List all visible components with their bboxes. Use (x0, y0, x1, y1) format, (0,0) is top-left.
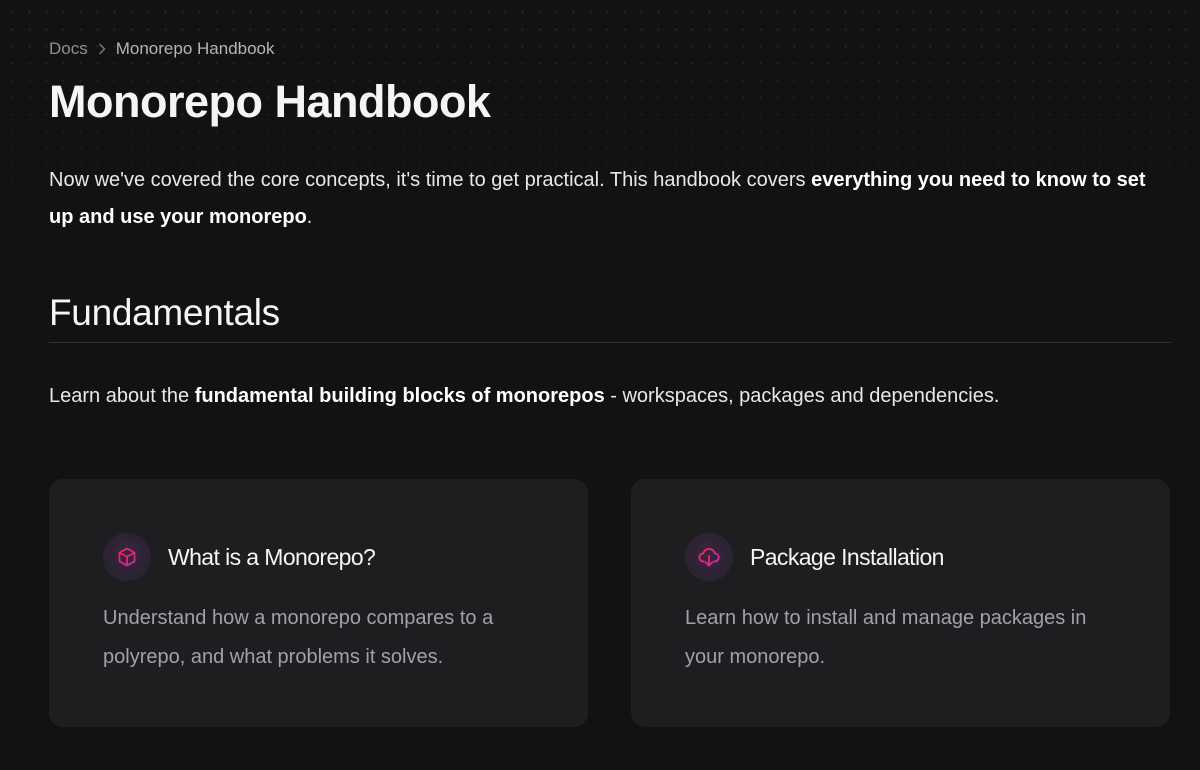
breadcrumb-docs-link[interactable]: Docs (49, 39, 88, 59)
chevron-right-icon (98, 43, 107, 55)
intro-end-text: . (306, 206, 313, 228)
breadcrumb-current: Monorepo Handbook (115, 39, 275, 58)
cube-icon (103, 533, 151, 581)
section-divider (49, 342, 1171, 343)
page-title: Monorepo Handbook (49, 76, 491, 127)
card-package-installation[interactable]: Package Installation Learn how to instal… (631, 479, 1170, 727)
breadcrumb: Docs Monorepo Handbook (49, 38, 275, 60)
card-description: Understand how a monorepo compares to a … (103, 607, 494, 668)
card-title: Package Installation (750, 543, 944, 570)
section-title: Fundamentals (49, 292, 280, 333)
section-desc-end-text: - workspaces, packages and dependencies. (604, 385, 1000, 407)
section-description: Learn about the fundamental building blo… (49, 378, 999, 414)
card-header: Package Installation (685, 533, 944, 581)
section-desc-bold-text: fundamental building blocks of monorepos (194, 385, 605, 407)
card-description: Learn how to install and manage packages… (685, 607, 1087, 668)
card-title: What is a Monorepo? (168, 543, 376, 570)
card-header: What is a Monorepo? (103, 533, 376, 581)
section-desc-text: Learn about the (49, 385, 195, 407)
card-what-is-a-monorepo[interactable]: What is a Monorepo? Understand how a mon… (49, 479, 588, 727)
intro-text: Now we've covered the core concepts, it'… (49, 169, 812, 191)
intro-paragraph: Now we've covered the core concepts, it'… (49, 162, 1159, 236)
cloud-download-icon (685, 533, 733, 581)
